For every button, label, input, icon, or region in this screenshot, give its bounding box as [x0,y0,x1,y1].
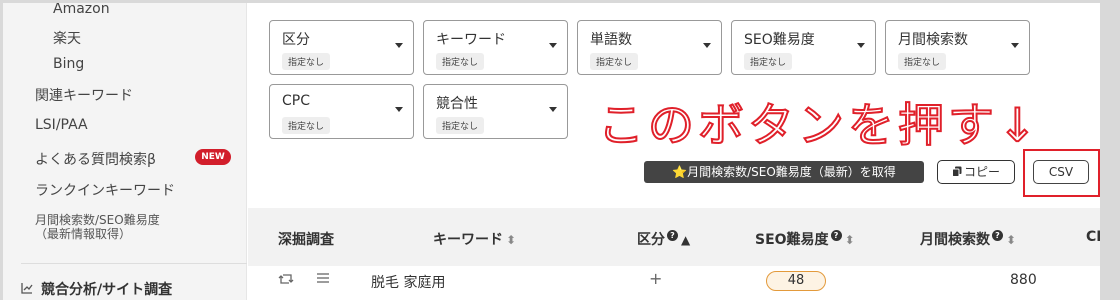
column-category-label: 区分 [637,232,665,248]
sort-icon: ⬍ [1006,233,1017,247]
column-keyword[interactable]: キーワード ⬍ [433,229,516,249]
sidebar: Amazon 楽天 Bing 関連キーワード LSI/PAA よくある質問検索β… [3,3,247,300]
help-icon: ? [830,230,842,242]
column-deep-research: 深掘調査 [278,232,334,248]
filter-value: 指定なし [744,53,793,70]
sidebar-item-volume-line1: 月間検索数/SEO難易度 [35,213,160,227]
filter-label: 単語数 [590,32,632,48]
table-header: 深掘調査 キーワード⬍ 区分?▲ SEO難易度?⬍ 月間検索数?⬍ CP [248,208,1100,266]
refresh-icon[interactable] [278,272,294,290]
copy-button[interactable]: コピー [937,160,1015,184]
app-frame: Amazon 楽天 Bing 関連キーワード LSI/PAA よくある質問検索β… [3,3,1100,300]
chevron-down-icon [1011,43,1019,48]
filter-seo-difficulty[interactable]: SEO難易度 指定なし [731,20,876,75]
chevron-down-icon [549,43,557,48]
sidebar-item-rakuten[interactable]: 楽天 [53,28,81,48]
chevron-down-icon [857,43,865,48]
filter-label: キーワード [436,32,506,48]
filter-label: 区分 [282,32,310,48]
sidebar-item-volume-line2: （最新情報取得） [35,227,132,241]
keyword-cell: 脱毛 家庭用 [371,275,446,291]
column-seo-label: SEO難易度 [755,232,829,248]
sidebar-item-rank-in-keywords[interactable]: ランクインキーワード [35,180,175,200]
chart-line-icon [21,282,35,298]
sort-icon: ⬍ [506,233,517,247]
sidebar-section-label: 競合分析/サイト調査 [41,282,173,298]
sidebar-item-lsi-paa[interactable]: LSI/PAA [35,117,88,133]
help-icon: ? [667,230,678,242]
chevron-down-icon [395,107,403,112]
csv-highlight-box [1023,149,1100,197]
fetch-volume-seo-button[interactable]: ⭐月間検索数/SEO難易度（最新）を取得 [644,161,924,183]
filter-label: SEO難易度 [744,32,815,48]
column-category[interactable]: 区分? ▲ [637,229,690,249]
column-cpc[interactable]: CP [1086,229,1100,245]
seo-difficulty-pill: 48 [766,271,826,291]
filter-keyword[interactable]: キーワード 指定なし [423,20,568,75]
filter-value: 指定なし [898,53,947,70]
sidebar-item-bing[interactable]: Bing [53,56,84,72]
help-icon: ? [992,230,1003,242]
filter-value: 指定なし [436,117,485,134]
column-volume-label: 月間検索数 [920,232,990,248]
sidebar-item-amazon[interactable]: Amazon [53,3,110,17]
copy-button-label: コピー [963,165,1000,179]
column-seo-difficulty[interactable]: SEO難易度? ⬍ [755,229,855,249]
sort-icon: ⬍ [844,233,855,247]
sidebar-item-related-keywords[interactable]: 関連キーワード [35,85,133,105]
filter-monthly-volume[interactable]: 月間検索数 指定なし [885,20,1030,75]
table-row: 脱毛 家庭用 + 48 880 [248,266,1100,300]
filter-cpc[interactable]: CPC 指定なし [269,84,414,139]
sidebar-item-volume-seo[interactable]: 月間検索数/SEO難易度 （最新情報取得） [35,213,160,241]
main-content: 区分 指定なし キーワード 指定なし 単語数 指定なし SEO難易度 指定なし … [248,3,1100,300]
filter-label: CPC [282,93,310,109]
category-add-button[interactable]: + [649,269,662,288]
sidebar-item-faq-search[interactable]: よくある質問検索β [35,149,156,169]
filter-value: 指定なし [282,53,331,70]
sort-asc-icon: ▲ [681,233,691,247]
filter-value: 指定なし [590,53,639,70]
filter-word-count[interactable]: 単語数 指定なし [577,20,722,75]
column-keyword-label: キーワード [433,232,503,248]
filter-value: 指定なし [282,117,331,134]
annotation-text: このボタンを押す↓ [597,97,1041,153]
filter-category[interactable]: 区分 指定なし [269,20,414,75]
chevron-down-icon [703,43,711,48]
filter-competition[interactable]: 競合性 指定なし [423,84,568,139]
filter-label: 競合性 [436,96,478,112]
copy-icon [951,162,962,184]
monthly-volume-cell: 880 [1010,272,1037,288]
chevron-down-icon [549,107,557,112]
sidebar-divider [21,263,247,264]
filter-label: 月間検索数 [898,32,968,48]
sidebar-section-competitor-analysis[interactable]: 競合分析/サイト調査 [21,279,172,299]
chevron-down-icon [395,43,403,48]
column-monthly-volume[interactable]: 月間検索数? ⬍ [920,229,1016,249]
filter-value: 指定なし [436,53,485,70]
menu-icon[interactable] [316,272,330,288]
new-badge: NEW [195,149,231,165]
